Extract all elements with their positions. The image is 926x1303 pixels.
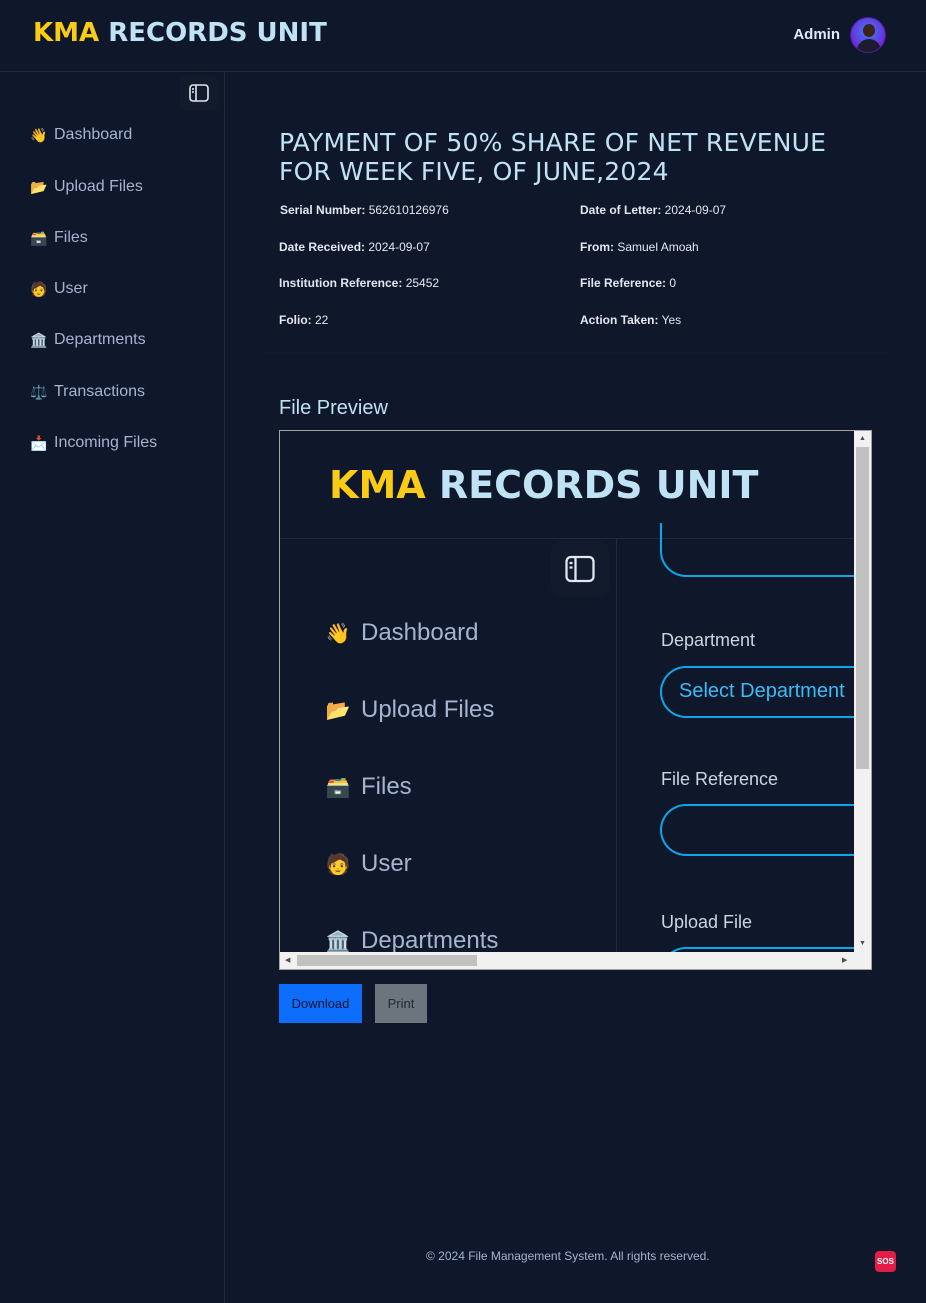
- scroll-left-icon[interactable]: ◀: [285, 957, 290, 965]
- sidebar-item-label: Departments: [54, 331, 146, 348]
- action-taken: Action Taken: Yes: [580, 313, 681, 327]
- preview-brand-records-unit: RECORDS UNIT: [425, 463, 759, 507]
- sidebar-item-incoming-files[interactable]: 📩 Incoming Files: [30, 431, 157, 455]
- folio-label: Folio:: [279, 313, 312, 327]
- preview-nav-user: 🧑 User: [325, 850, 412, 878]
- action-taken-value: Yes: [658, 313, 682, 327]
- sidebar-item-label: User: [54, 280, 88, 297]
- preview-nav-dashboard: 👋 Dashboard: [325, 619, 479, 647]
- serial-number-value: 562610126976: [365, 203, 449, 217]
- date-received-value: 2024-09-07: [365, 240, 430, 254]
- sidebar-item-label: Transactions: [54, 383, 145, 400]
- sidebar-toggle-button[interactable]: [180, 75, 218, 111]
- sidebar-item-label: Dashboard: [54, 126, 133, 143]
- page-title: PAYMENT OF 50% SHARE OF NET REVENUE FOR …: [279, 128, 827, 186]
- sidebar-item-label: Upload Files: [54, 178, 143, 195]
- sidebar-toggle-icon: [565, 555, 595, 583]
- person-icon: 🧑: [30, 280, 48, 297]
- classical-building-icon: 🏛️: [325, 930, 351, 953]
- date-received-label: Date Received:: [279, 240, 366, 254]
- from: From: Samuel Amoah: [580, 240, 699, 254]
- sidebar-item-files[interactable]: 🗃️ Files: [30, 226, 88, 250]
- date-received: Date Received: 2024-09-07: [279, 240, 430, 254]
- card-file-box-icon: 🗃️: [30, 229, 48, 246]
- preview-nav-departments: 🏛️ Departments: [325, 927, 499, 955]
- waving-hand-icon: 👋: [325, 622, 351, 645]
- scroll-right-icon[interactable]: ▶: [842, 957, 847, 965]
- folio: Folio: 22: [279, 313, 328, 327]
- preview-nav-files: 🗃️ Files: [325, 773, 412, 801]
- preview-sidebar-toggle: [551, 541, 609, 597]
- preview-nav-label: User: [361, 850, 412, 877]
- avatar-head: [863, 24, 875, 37]
- preview-upload-file-label: Upload File: [661, 912, 753, 932]
- institution-reference: Institution Reference: 25452: [279, 276, 439, 290]
- sidebar-item-label: Incoming Files: [54, 434, 158, 451]
- folder-icon: 📂: [325, 699, 351, 722]
- file-reference: File Reference: 0: [580, 276, 676, 290]
- user-name[interactable]: Admin: [793, 26, 840, 43]
- from-label: From:: [580, 240, 614, 254]
- file-preview-heading: File Preview: [279, 397, 388, 419]
- card-file-box-icon: 🗃️: [325, 776, 351, 799]
- balance-scale-icon: ⚖️: [30, 383, 48, 400]
- preview-department-select-text: Select Department: [679, 680, 845, 702]
- preview-brand-logo: KMA RECORDS UNIT: [329, 463, 758, 507]
- footer-copyright: © 2024 File Management System. All right…: [426, 1249, 710, 1263]
- vertical-scroll-thumb[interactable]: [856, 447, 869, 769]
- card-divider: [265, 352, 890, 354]
- file-preview-frame[interactable]: KMA RECORDS UNIT 👋 Dashboard 📂 Upload File…: [279, 430, 872, 970]
- date-of-letter: Date of Letter: 2024-09-07: [580, 203, 726, 217]
- serial-number: Serial Number: 562610126976: [280, 203, 449, 217]
- print-button[interactable]: Print: [375, 984, 427, 1023]
- institution-reference-value: 25452: [402, 276, 440, 290]
- brand-records-unit: RECORDS UNIT: [99, 18, 327, 48]
- sidebar-item-dashboard[interactable]: 👋 Dashboard: [30, 123, 132, 147]
- folder-icon: 📂: [30, 178, 48, 195]
- date-of-letter-value: 2024-09-07: [661, 203, 727, 217]
- sidebar-item-label: Files: [54, 229, 88, 246]
- sidebar: 👋 Dashboard 📂 Upload Files 🗃️ Files 🧑 Us…: [0, 72, 225, 1303]
- avatar-shoulders: [857, 39, 881, 52]
- action-taken-label: Action Taken:: [580, 313, 659, 327]
- sidebar-item-departments[interactable]: 🏛️ Departments: [30, 328, 146, 352]
- sidebar-toggle-icon: [189, 84, 209, 102]
- preview-nav-label: Files: [361, 773, 412, 800]
- preview-brand-kma: KMA: [329, 463, 426, 507]
- scroll-up-icon[interactable]: ▲: [859, 435, 866, 443]
- date-of-letter-label: Date of Letter:: [580, 203, 662, 217]
- envelope-arrow-icon: 📩: [30, 434, 48, 451]
- brand-kma: KMA: [33, 18, 100, 48]
- horizontal-scrollbar[interactable]: ◀ ▶: [280, 952, 871, 969]
- preview-nav-label: Dashboard: [361, 619, 479, 646]
- file-reference-label: File Reference:: [580, 276, 667, 290]
- file-reference-value: 0: [666, 276, 677, 290]
- horizontal-scroll-thumb[interactable]: [297, 955, 477, 966]
- preview-nav-label: Departments: [361, 927, 499, 954]
- serial-number-label: Serial Number:: [280, 203, 366, 217]
- classical-building-icon: 🏛️: [30, 331, 48, 348]
- institution-reference-label: Institution Reference:: [279, 276, 403, 290]
- person-icon: 🧑: [325, 853, 351, 876]
- vertical-scrollbar[interactable]: ▲ ▼: [854, 431, 871, 953]
- preview-file-reference-label: File Reference: [661, 769, 779, 789]
- scroll-down-icon[interactable]: ▼: [859, 940, 866, 948]
- top-navbar: KMA RECORDS UNIT Admin: [0, 0, 926, 72]
- preview-file-reference-input: [660, 804, 870, 856]
- sidebar-item-upload-files[interactable]: 📂 Upload Files: [30, 175, 143, 199]
- preview-sidebar: 👋 Dashboard 📂 Upload Files 🗃️ Files 🧑 User 🏛…: [280, 539, 617, 969]
- from-value: Samuel Amoah: [614, 240, 699, 254]
- avatar[interactable]: [850, 17, 886, 53]
- preview-nav-upload-files: 📂 Upload Files: [325, 696, 495, 724]
- sidebar-item-user[interactable]: 🧑 User: [30, 277, 88, 301]
- preview-nav-label: Upload Files: [361, 696, 495, 723]
- preview-department-label: Department: [661, 630, 756, 650]
- folio-value: 22: [311, 313, 329, 327]
- sos-button[interactable]: SOS: [875, 1251, 896, 1272]
- brand-logo[interactable]: KMA RECORDS UNIT: [33, 18, 327, 48]
- download-button[interactable]: Download: [279, 984, 362, 1023]
- waving-hand-icon: 👋: [30, 126, 48, 143]
- preview-input-field: [660, 523, 870, 577]
- sidebar-item-transactions[interactable]: ⚖️ Transactions: [30, 380, 145, 404]
